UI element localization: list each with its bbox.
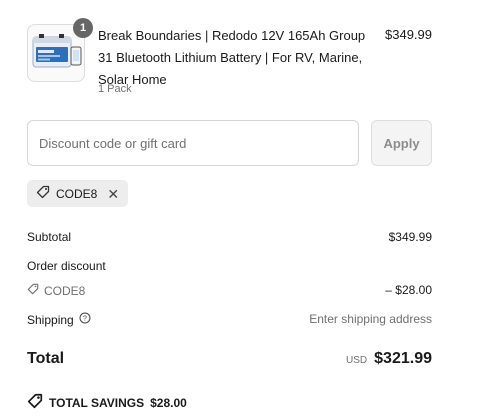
tag-icon [27,283,39,298]
total-amount: $321.99 [374,350,432,367]
product-title: Break Boundaries | Redodo 12V 165Ah Grou… [98,28,366,87]
applied-code-label: CODE8 [56,186,98,201]
savings-value: $28.00 [150,395,187,410]
svg-text:?: ? [83,316,87,323]
discount-code-tag: CODE8 [27,283,85,298]
product-thumbnail: 1 [27,18,93,82]
discount-amount: – $28.00 [385,283,432,297]
close-icon[interactable]: ✕ [107,187,119,201]
order-discount-row: Order discount [27,259,432,273]
order-discount-label: Order discount [27,259,106,273]
shipping-label-group: Shipping ? [27,312,91,327]
cart-line-item: 1 Break Boundaries | Redodo 12V 165Ah Gr… [27,18,432,104]
tag-icon [36,185,50,202]
total-savings: TOTAL SAVINGS $28.00 [27,393,187,412]
subtotal-label: Subtotal [27,230,72,244]
savings-label: TOTAL SAVINGS [49,395,145,410]
discount-code-row: CODE8 – $28.00 [27,283,432,298]
total-label: Total [27,350,65,367]
apply-button[interactable]: Apply [371,120,432,166]
savings-tag-icon [27,393,43,412]
shipping-value: Enter shipping address [309,312,432,326]
help-icon[interactable]: ? [79,312,91,327]
subtotal-row: Subtotal $349.99 [27,230,432,244]
discount-code-input[interactable] [27,120,359,166]
product-price: $349.99 [385,27,432,42]
applied-discount-chip: CODE8 ✕ [27,180,129,207]
shipping-label: Shipping [27,312,74,327]
quantity-badge: 1 [73,18,93,38]
total-amount-group: USD $321.99 [346,350,432,368]
total-currency: USD [346,355,368,366]
subtotal-value: $349.99 [388,230,432,244]
shipping-row: Shipping ? Enter shipping address [27,312,432,327]
product-variant: 1 Pack [98,83,132,95]
battery-product-image [32,34,82,68]
discount-code-text: CODE8 [44,283,86,298]
